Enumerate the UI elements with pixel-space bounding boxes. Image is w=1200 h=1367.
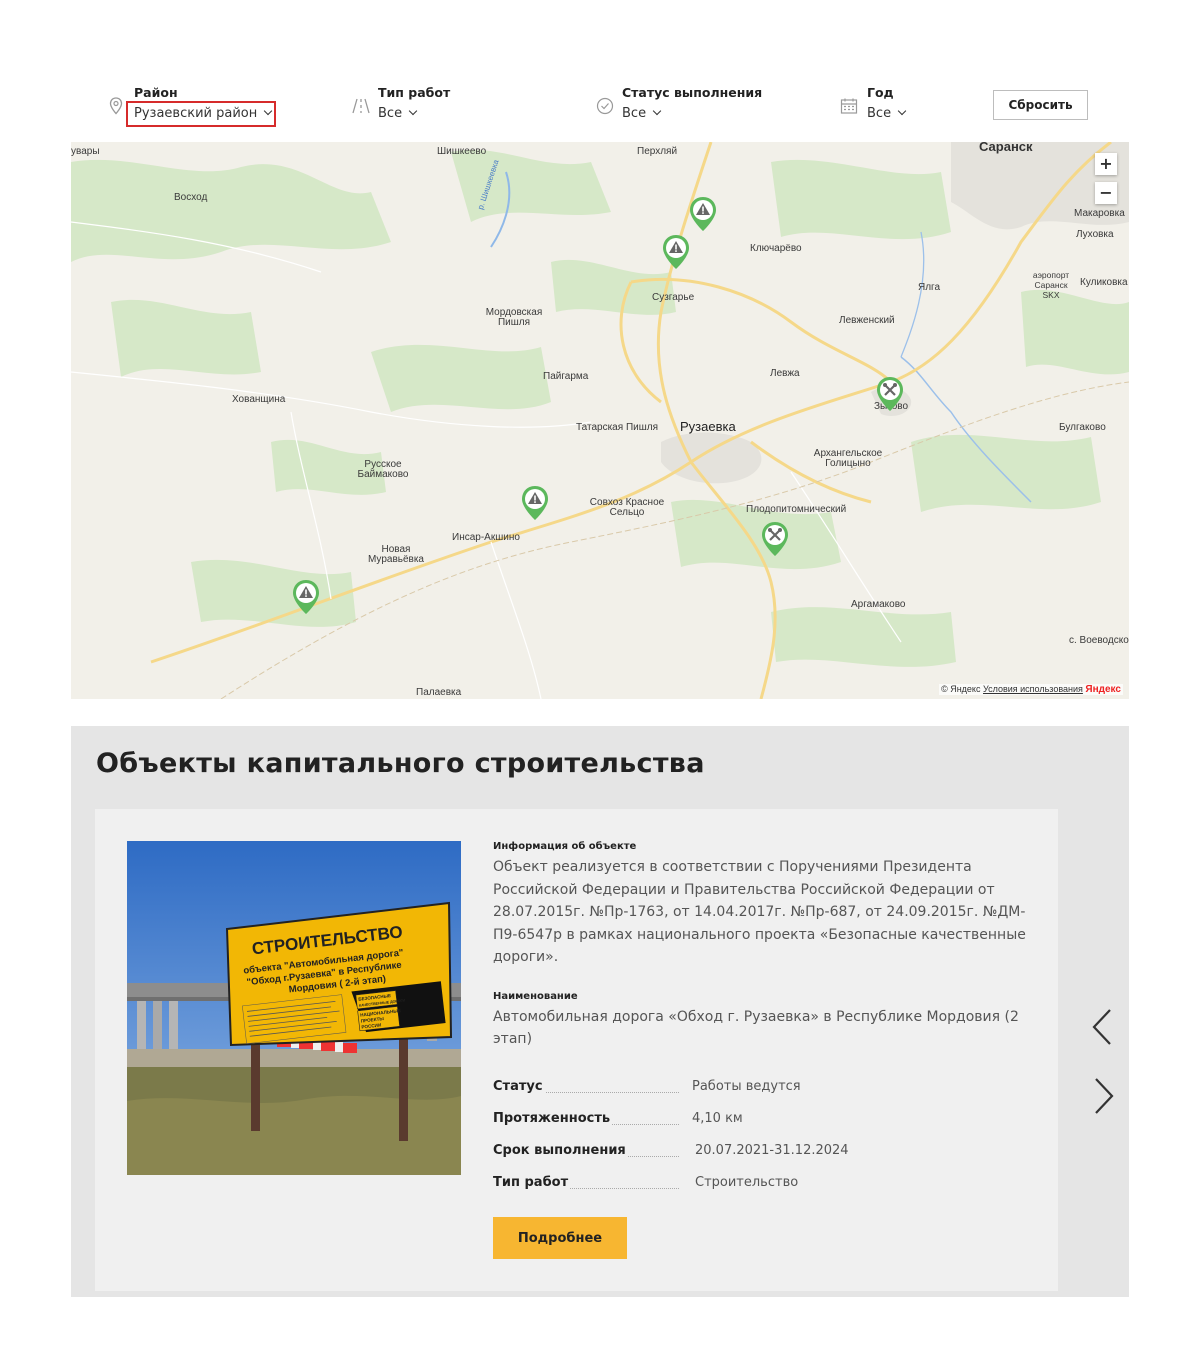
- name-caption: Наименование: [493, 990, 578, 1002]
- map-place-label: Хованщина: [232, 394, 286, 405]
- info-caption: Информация об объекте: [493, 841, 637, 852]
- construction-sign-image: СТРОИТЕЛЬСТВО объекта "Автомобильная дор…: [127, 841, 461, 1175]
- map-place-label: Пайгарма: [543, 371, 589, 382]
- year-value[interactable]: Все: [867, 106, 907, 121]
- object-card: СТРОИТЕЛЬСТВО объекта "Автомобильная дор…: [95, 809, 1058, 1291]
- map-place-label: Ключарёво: [750, 243, 802, 254]
- map-marker-warning[interactable]: [520, 484, 550, 522]
- chevron-right-icon[interactable]: [1088, 1076, 1118, 1116]
- status-label: Статус выполнения: [622, 85, 763, 100]
- worktype-row-label: Тип работ: [493, 1175, 571, 1190]
- capital-objects-section: Объекты капитального строительства СТРОИ…: [71, 726, 1129, 1297]
- reset-button[interactable]: Сбросить: [993, 90, 1088, 120]
- map-place-label: Левженский: [839, 315, 895, 326]
- object-photo[interactable]: СТРОИТЕЛЬСТВО объекта "Автомобильная дор…: [127, 841, 461, 1175]
- map-place-label: Булгаково: [1059, 422, 1106, 433]
- map-place-label: Новая Муравьёвка: [367, 544, 424, 565]
- map-place-label: Сузгарье: [652, 292, 695, 303]
- name-text: Автомобильная дорога «Обход г. Рузаевка»…: [493, 1008, 1019, 1048]
- location-pin-icon: [109, 97, 123, 119]
- map-background: [71, 142, 1129, 699]
- map-place-label: Шишкеево: [437, 146, 487, 157]
- chevron-down-icon: [897, 106, 907, 116]
- map-place-label: Саранск: [979, 142, 1033, 154]
- map-place-label: Ялга: [918, 282, 941, 293]
- map-place-label: с. Воеводское: [1069, 635, 1129, 646]
- term-row-value: 20.07.2021-31.12.2024: [695, 1143, 849, 1158]
- zoom-in-button[interactable]: +: [1095, 153, 1117, 175]
- section-title: Объекты капитального строительства: [96, 748, 705, 779]
- filter-bar: Район Рузаевский район Тип работ Все Ста…: [71, 70, 1129, 142]
- map-place-label: увары: [71, 146, 100, 157]
- map-place-label: Аргамаково: [851, 599, 906, 610]
- map-place-label: Русское Баймаково: [357, 459, 409, 480]
- map-marker-warning[interactable]: [291, 578, 321, 616]
- zoom-out-button[interactable]: −: [1095, 182, 1117, 204]
- copyright-text: © Яндекс: [941, 684, 981, 694]
- chevron-down-icon: [652, 106, 662, 116]
- map-marker-warning[interactable]: [661, 233, 691, 271]
- map-place-label: Мордовская Пишля: [485, 307, 543, 328]
- district-label: Район: [134, 85, 178, 100]
- map-place-label: Архангельское Голицыно: [813, 448, 883, 469]
- road-icon: [352, 97, 370, 119]
- dotted-leader: [533, 1092, 679, 1093]
- map-place-label: Перхляй: [637, 146, 678, 157]
- status-row-label: Статус: [493, 1079, 545, 1094]
- more-button[interactable]: Подробнее: [493, 1217, 627, 1259]
- yandex-logo[interactable]: Яндекс: [1085, 684, 1121, 695]
- map-place-label: Палаевка: [416, 687, 462, 698]
- map-place-label: Совхоз Красное Сельцо: [589, 497, 665, 518]
- map[interactable]: увары Шишкеево Перхляй Саранск Восход р.…: [71, 142, 1129, 699]
- work-type-label: Тип работ: [378, 85, 451, 100]
- map-place-label: Плодопитомнический: [746, 504, 847, 515]
- chevron-left-icon[interactable]: [1088, 1007, 1118, 1047]
- terms-link[interactable]: Условия использования: [983, 684, 1083, 694]
- check-circle-icon: [596, 97, 614, 119]
- map-place-label: Луховка: [1076, 229, 1114, 240]
- worktype-row-value: Строительство: [695, 1175, 799, 1190]
- map-place-label: аэропорт Саранск SKX: [1032, 270, 1070, 300]
- work-type-value[interactable]: Все: [378, 106, 418, 121]
- map-place-label: Макаровка: [1074, 208, 1125, 219]
- map-marker-warning[interactable]: [688, 195, 718, 233]
- length-row-value: 4,10 км: [692, 1111, 743, 1126]
- status-value[interactable]: Все: [622, 106, 662, 121]
- calendar-icon: [840, 97, 858, 119]
- year-label: Год: [867, 85, 894, 100]
- map-copyright: © Яндекс Условия использования Яндекс: [939, 684, 1123, 695]
- chevron-down-icon: [408, 106, 418, 116]
- info-text: Объект реализуется в соответствии с Пору…: [493, 859, 1026, 965]
- term-row: Срок выполнения 20.07.2021-31.12.2024: [493, 1143, 923, 1161]
- status-row-value: Работы ведутся: [692, 1079, 801, 1094]
- length-row-label: Протяженность: [493, 1111, 613, 1126]
- map-place-label: Левжа: [770, 368, 800, 379]
- map-place-label: Восход: [174, 192, 208, 203]
- worktype-row: Тип работ Строительство: [493, 1175, 923, 1193]
- term-row-label: Срок выполнения: [493, 1143, 628, 1158]
- length-row: Протяженность 4,10 км: [493, 1111, 923, 1129]
- map-place-label: Инсар-Акшино: [452, 532, 520, 543]
- map-marker-tools[interactable]: [760, 520, 790, 558]
- status-row: Статус Работы ведутся: [493, 1079, 923, 1097]
- map-place-label: Татарская Пишля: [576, 422, 658, 433]
- map-marker-tools[interactable]: [875, 375, 905, 413]
- map-place-label: Рузаевка: [680, 419, 736, 434]
- object-info: Информация об объекте Объект реализуется…: [493, 841, 1033, 1051]
- map-place-label: Куликовка: [1080, 277, 1128, 288]
- district-select-highlight[interactable]: [126, 101, 276, 127]
